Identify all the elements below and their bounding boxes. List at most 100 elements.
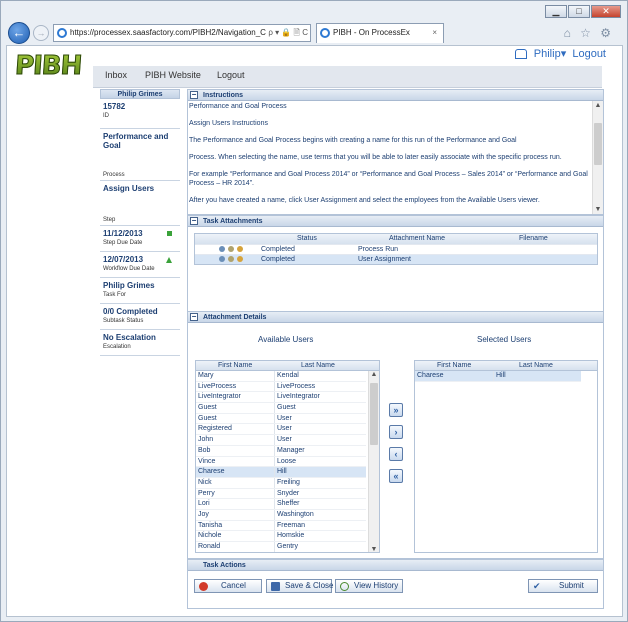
list-item[interactable]: Bob Manager bbox=[196, 445, 366, 457]
tab-close-icon[interactable]: × bbox=[432, 24, 437, 42]
available-rows: Mary Kendal LiveProcess LiveProcess LiveInte… bbox=[196, 371, 366, 552]
edit-icon[interactable] bbox=[237, 246, 243, 252]
browser-tab[interactable]: PIBH - On ProcessEx × bbox=[316, 23, 444, 43]
sidebar-id: 15782 ID bbox=[100, 99, 180, 129]
list-item[interactable]: Charese Hill bbox=[415, 371, 581, 382]
scroll-down-icon[interactable]: ▼ bbox=[593, 205, 603, 214]
sidebar-subtask-status: 0/0 Completed Subtask Status bbox=[100, 304, 180, 330]
list-item[interactable]: Tanisha Freeman bbox=[196, 520, 366, 532]
pibh-logo: PIBH bbox=[13, 51, 83, 82]
checkmark-icon: ✔ bbox=[533, 581, 541, 591]
scroll-down-icon[interactable]: ▼ bbox=[369, 546, 379, 552]
window-controls: ▁ □ ✕ bbox=[545, 5, 621, 18]
table-row[interactable]: Completed Process Run bbox=[195, 244, 597, 254]
attachments-header: − Task Attachments bbox=[188, 216, 603, 227]
scroll-up-icon[interactable]: ▲ bbox=[593, 101, 603, 110]
instructions-text: Performance and Goal Process Assign User… bbox=[189, 101, 603, 214]
list-item[interactable]: Vince Loose bbox=[196, 456, 366, 468]
sidebar-process: Performance and Goal Process bbox=[100, 129, 180, 181]
list-item[interactable]: Mary Kendal bbox=[196, 371, 366, 382]
forward-button[interactable]: → bbox=[33, 25, 49, 41]
list-item[interactable]: John User bbox=[196, 435, 366, 446]
minimize-button[interactable]: ▁ bbox=[545, 5, 567, 18]
attachment-details-panel: − Attachment Details Available Users Sel… bbox=[187, 311, 604, 559]
list-item[interactable]: Guest User bbox=[196, 413, 366, 425]
task-actions-header: Task Actions bbox=[188, 560, 603, 571]
menu-logout[interactable]: Logout bbox=[217, 70, 245, 80]
instructions-scrollbar[interactable]: ▲ ▼ bbox=[592, 101, 603, 214]
view-icon[interactable] bbox=[219, 256, 225, 262]
list-item[interactable]: Charese Hill bbox=[196, 467, 366, 478]
submit-button[interactable]: ✔ Submit bbox=[528, 579, 598, 593]
available-users-list[interactable]: First Name Last Name Mary Kendal LiveProce… bbox=[195, 360, 380, 553]
move-all-left-button[interactable]: « bbox=[389, 469, 403, 483]
user-menu[interactable]: Philip bbox=[534, 48, 561, 60]
table-row[interactable]: Completed User Assignment bbox=[195, 254, 597, 264]
scrollbar-thumb[interactable] bbox=[370, 383, 378, 445]
cancel-button[interactable]: Cancel bbox=[194, 579, 262, 593]
move-right-button[interactable]: › bbox=[389, 425, 403, 439]
list-item[interactable]: Nick Freiling bbox=[196, 477, 366, 489]
scrollbar-thumb[interactable] bbox=[594, 123, 602, 165]
attachments-table: Status Attachment Name Filename Complete… bbox=[194, 233, 598, 265]
sidebar-escalation: No Escalation Escalation bbox=[100, 330, 180, 356]
selected-list-header: First Name Last Name bbox=[415, 361, 597, 371]
list-item[interactable]: Nichole Homskie bbox=[196, 531, 366, 542]
available-users-label: Available Users bbox=[258, 335, 314, 344]
sidebar-task-for: Philip Grimes Task For bbox=[100, 278, 180, 304]
attachments-table-header: Status Attachment Name Filename bbox=[195, 234, 597, 244]
maximize-button[interactable]: □ bbox=[568, 5, 590, 18]
user-bar: Philip▾ Logout bbox=[514, 47, 606, 60]
edit-icon[interactable] bbox=[237, 256, 243, 262]
list-item[interactable]: Joy Washington bbox=[196, 509, 366, 521]
selected-users-label: Selected Users bbox=[477, 335, 532, 344]
task-attachments-panel: − Task Attachments Status Attachment Nam… bbox=[187, 215, 604, 313]
collapse-toggle-icon[interactable]: − bbox=[190, 313, 198, 321]
cancel-icon bbox=[199, 582, 208, 591]
navigation-bar: ← → https://processex.saasfactory.com/PI… bbox=[6, 21, 622, 45]
list-item[interactable]: Guest Guest bbox=[196, 403, 366, 414]
list-item[interactable]: Registered User bbox=[196, 424, 366, 436]
selected-users-list[interactable]: First Name Last Name Charese Hill bbox=[414, 360, 598, 553]
address-bar[interactable]: https://processex.saasfactory.com/PIBH2/… bbox=[53, 24, 311, 42]
chevron-down-icon: ▾ bbox=[560, 48, 567, 60]
instructions-header: − Instructions bbox=[188, 90, 603, 101]
scroll-up-icon[interactable]: ▲ bbox=[369, 371, 379, 378]
view-history-button[interactable]: View History bbox=[335, 579, 403, 593]
home-favorites-tools-icons[interactable]: ⌂ ☆ ⚙ bbox=[564, 26, 614, 40]
list-item[interactable]: Perry Snyder bbox=[196, 488, 366, 500]
menu-inbox[interactable]: Inbox bbox=[105, 70, 127, 80]
list-item[interactable]: LiveProcess LiveProcess bbox=[196, 381, 366, 393]
close-window-button[interactable]: ✕ bbox=[591, 5, 621, 18]
available-list-scrollbar[interactable]: ▲ ▼ bbox=[368, 371, 379, 552]
sidebar-step: Assign Users Step bbox=[100, 181, 180, 226]
sidebar-step-due: 11/12/2013 Step Due Date bbox=[100, 226, 180, 252]
list-item[interactable]: Lori Sheffer bbox=[196, 499, 366, 510]
available-list-header: First Name Last Name bbox=[196, 361, 379, 371]
view-icon[interactable] bbox=[219, 246, 225, 252]
task-actions-panel: Task Actions Cancel Save & Close View Hi… bbox=[187, 559, 604, 609]
search-icon[interactable] bbox=[228, 246, 234, 252]
url-text: https://processex.saasfactory.com/PIBH2/… bbox=[70, 28, 271, 37]
collapse-toggle-icon[interactable]: − bbox=[190, 91, 198, 99]
tab-title: PIBH - On ProcessEx bbox=[333, 28, 410, 37]
sidebar-workflow-due: 12/07/2013 Workflow Due Date bbox=[100, 252, 180, 278]
save-close-button[interactable]: Save & Close bbox=[266, 579, 333, 593]
collapse-toggle-icon[interactable]: − bbox=[190, 217, 198, 225]
search-icon[interactable] bbox=[228, 256, 234, 262]
logout-link[interactable]: Logout bbox=[572, 48, 606, 60]
back-button[interactable]: ← bbox=[8, 22, 30, 44]
history-icon bbox=[340, 582, 349, 591]
menu-pibh-website[interactable]: PIBH Website bbox=[145, 70, 201, 80]
move-left-button[interactable]: ‹ bbox=[389, 447, 403, 461]
sidebar-header: Philip Grimes bbox=[100, 89, 180, 99]
ie-icon bbox=[57, 28, 67, 38]
move-all-right-button[interactable]: » bbox=[389, 403, 403, 417]
browser-window: ▁ □ ✕ ← → https://processex.saasfactory.… bbox=[0, 0, 628, 622]
list-item[interactable]: LiveIntegrator LiveIntegrator bbox=[196, 392, 366, 404]
address-actions[interactable]: ρ ▾ 🔒 🗎 C bbox=[266, 25, 308, 41]
instructions-panel: − Instructions Performance and Goal Proc… bbox=[187, 89, 604, 215]
list-item[interactable]: Ronald Gentry bbox=[196, 542, 366, 552]
task-info-sidebar: Philip Grimes 15782 ID Performance and G… bbox=[100, 89, 180, 414]
ie-tab-icon bbox=[320, 28, 330, 38]
